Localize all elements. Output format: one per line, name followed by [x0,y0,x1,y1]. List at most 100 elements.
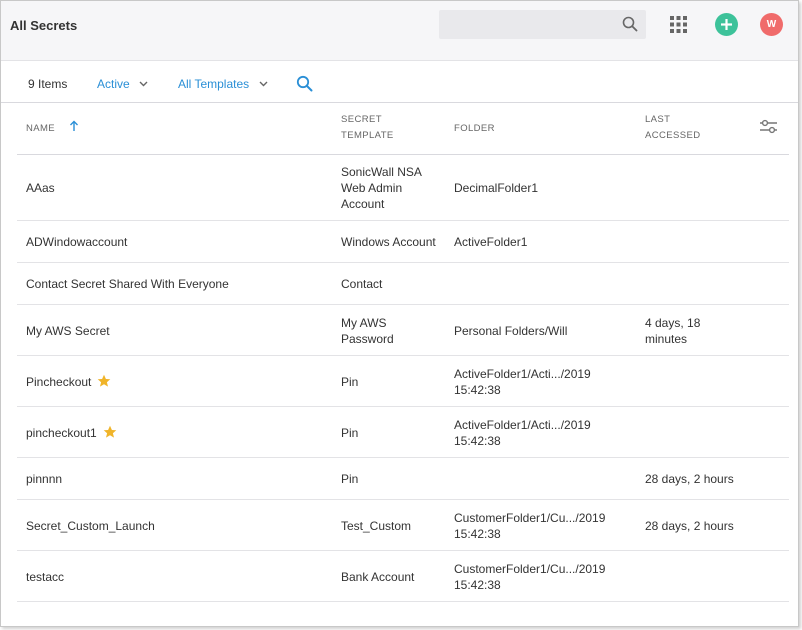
global-search[interactable] [439,10,646,39]
secret-template-line: Windows Account [341,235,436,249]
last-accessed-line: minutes [645,332,688,346]
last-accessed: 4 days, 18 minutes [645,315,735,347]
search-input[interactable] [439,10,614,39]
secret-folder-line: ActiveFolder1/Acti.../2019 [454,418,591,432]
secret-folder-line: DecimalFolder1 [454,181,539,195]
search-icon[interactable] [296,75,313,92]
secret-folder: Personal Folders/Will [454,323,629,339]
secret-folder-line: ActiveFolder1 [454,235,528,249]
star-icon[interactable] [97,374,111,388]
secret-name[interactable]: Contact Secret Shared With Everyone [26,276,229,292]
page-title: All Secrets [10,18,78,33]
chevron-down-icon [259,81,267,87]
secret-folder: ActiveFolder1 [454,234,629,250]
secret-name[interactable]: pinnnn [26,471,62,487]
sort-ascending-icon[interactable] [69,120,79,132]
column-header-last-accessed[interactable]: LAST ACCESSED [645,112,700,144]
table-row[interactable]: pincheckout1 Pin ActiveFolder1/Acti.../201… [17,407,789,458]
template-filter-dropdown[interactable]: All Templates [178,77,268,91]
secret-template: My AWS Password [341,315,446,347]
star-icon[interactable] [103,425,117,439]
secret-name[interactable]: testacc [26,569,64,585]
secret-folder: ActiveFolder1/Acti.../2019 15:42:38 [454,366,629,398]
secret-template-line: Web Admin [341,181,403,195]
table-row[interactable]: ADWindowaccount Windows Account ActiveFold… [17,221,789,263]
item-count: 9 Items [28,77,68,91]
list-toolbar: 9 Items Active All Templates [1,62,798,103]
table-row[interactable]: testacc Bank Account CustomerFolder1/Cu...… [17,551,789,602]
apps-grid-icon[interactable] [670,16,687,33]
status-filter-dropdown[interactable]: Active [97,77,148,91]
secret-name[interactable]: AAas [26,180,55,196]
secret-template-line: Pin [341,472,359,486]
table-row[interactable]: Secret_Custom_Launch Test_Custom CustomerF… [17,500,789,551]
secret-template-line: Pin [341,375,359,389]
secret-name-text: Pincheckout [26,375,92,389]
secret-folder: CustomerFolder1/Cu.../2019 15:42:38 [454,561,629,593]
secret-template: Pin [341,374,446,390]
column-header-last-line2: ACCESSED [645,130,701,141]
app-window: All Secrets W 9 Items Active All Templat… [0,0,799,627]
column-header-template[interactable]: SECRET TEMPLATE [341,112,394,144]
last-accessed: 28 days, 2 hours [645,518,735,534]
column-header-template-line2: TEMPLATE [341,130,394,141]
column-header-last-line1: LAST [645,114,671,125]
secret-name-text: Secret_Custom_Launch [26,519,155,533]
secret-folder-line: CustomerFolder1/Cu.../2019 [454,511,606,525]
secret-name[interactable]: Pincheckout [26,374,111,390]
table-row[interactable]: pinnnn Pin 28 days, 2 hours [17,458,789,500]
secret-name[interactable]: Secret_Custom_Launch [26,518,155,534]
table-header: NAME SECRET TEMPLATE FOLDER LAST ACCESSE… [17,104,789,155]
secret-template-line: Account [341,197,385,211]
secret-folder-line: CustomerFolder1/Cu.../2019 [454,562,606,576]
secret-name-text: pinnnn [26,472,63,486]
secrets-table: NAME SECRET TEMPLATE FOLDER LAST ACCESSE… [17,104,789,602]
table-row[interactable]: My AWS Secret My AWS Password Personal Fold… [17,305,789,356]
secret-template: Bank Account [341,569,446,585]
table-row[interactable]: Pincheckout Pin ActiveFolder1/Acti.../2019… [17,356,789,407]
secret-template: Windows Account [341,234,446,250]
secret-folder-line: 15:42:38 [454,578,501,592]
secret-folder: ActiveFolder1/Acti.../2019 15:42:38 [454,417,629,449]
secret-template: Pin [341,425,446,441]
plus-icon [721,19,732,30]
table-body: AAas SonicWall NSA Web Admin Account Decimal… [17,155,789,602]
secret-folder: CustomerFolder1/Cu.../2019 15:42:38 [454,510,629,542]
user-avatar[interactable]: W [760,13,783,36]
secret-name-text: testacc [26,570,65,584]
secret-template-line: Bank Account [341,570,415,584]
secret-template-line: Test_Custom [341,519,412,533]
last-accessed-line: 28 days, 2 hours [645,519,734,533]
secret-folder-line: 15:42:38 [454,434,501,448]
secret-name-text: ADWindowaccount [26,235,128,249]
chevron-down-icon [139,81,148,87]
secret-template-line: Pin [341,426,359,440]
column-header-name[interactable]: NAME [26,121,55,137]
secret-template: Pin [341,471,446,487]
template-filter-label: All Templates [178,77,250,91]
last-accessed-line: 28 days, 2 hours [645,472,734,486]
secret-template-line: My AWS [341,316,387,330]
secret-folder-line: 15:42:38 [454,383,501,397]
secret-folder-line: Personal Folders/Will [454,324,568,338]
status-filter-label: Active [97,77,130,91]
last-accessed: 28 days, 2 hours [645,471,735,487]
secret-name[interactable]: ADWindowaccount [26,234,127,250]
secret-name-text: AAas [26,181,55,195]
secret-folder: DecimalFolder1 [454,180,629,196]
secret-name[interactable]: My AWS Secret [26,323,110,339]
secret-template-line: Contact [341,277,383,291]
last-accessed-line: 4 days, 18 [645,316,701,330]
secret-template: Contact [341,276,446,292]
column-header-folder[interactable]: FOLDER [454,121,495,137]
secret-template: Test_Custom [341,518,446,534]
secret-name-text: Contact Secret Shared With Everyone [26,277,229,291]
secret-name[interactable]: pincheckout1 [26,425,117,441]
table-row[interactable]: AAas SonicWall NSA Web Admin Account Decimal… [17,155,789,221]
search-icon[interactable] [622,16,638,32]
secret-folder-line: ActiveFolder1/Acti.../2019 [454,367,591,381]
secret-template-line: Password [341,332,394,346]
add-secret-button[interactable] [715,13,738,36]
table-row[interactable]: Contact Secret Shared With Everyone Conta… [17,263,789,305]
column-settings-icon[interactable] [759,118,778,135]
